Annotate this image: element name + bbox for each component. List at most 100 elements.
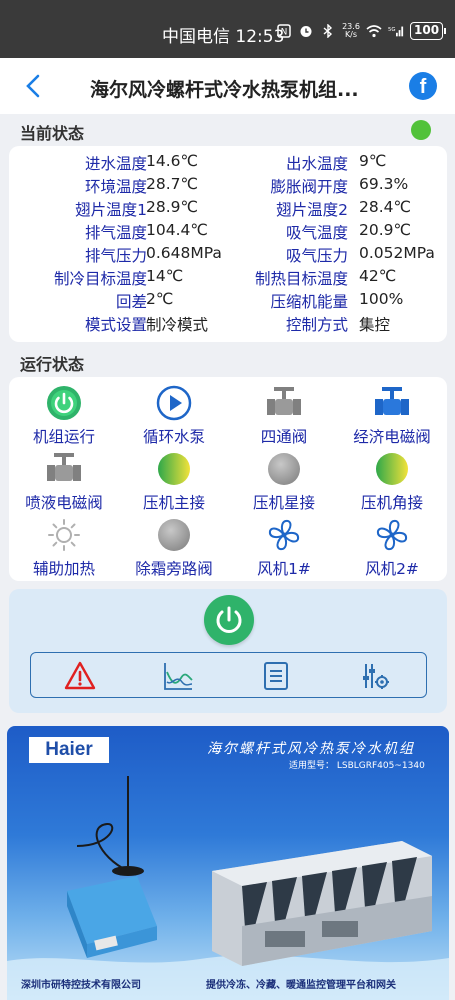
run-item-label: 循环水泵 — [142, 428, 205, 446]
param-value: 2℃ — [146, 290, 174, 308]
product-banner: Haier 海尔螺杆式风冷热泵冷水机组 适用型号： LSBLGRF405~134… — [7, 726, 449, 1000]
param-value: 69.3% — [359, 175, 409, 193]
run-item-circulating-pump: 循环水泵 — [119, 385, 229, 447]
status-row: 环境温度 28.7℃ 膨胀阀开度 69.3% — [9, 175, 447, 198]
param-label: 翅片温度1 — [75, 201, 147, 219]
param-label: 模式设置 — [84, 316, 147, 334]
function-toolbar — [30, 652, 427, 698]
param-value: 14℃ — [146, 267, 184, 285]
valve-icon — [372, 385, 412, 421]
facebook-icon[interactable]: f — [409, 72, 437, 100]
play-icon — [154, 385, 194, 421]
param-value: 0.648MPa — [146, 244, 222, 262]
svg-text:5G: 5G — [388, 27, 396, 33]
param-label: 吸气温度 — [285, 224, 348, 242]
run-item-aux-heating: 辅助加热 — [9, 517, 119, 579]
company-slogan: 提供冷冻、冷藏、暖通监控管理平台和网关 — [206, 980, 396, 991]
run-item-unit-running: 机组运行 — [9, 385, 119, 447]
param-value: 制冷模式 — [146, 316, 209, 334]
bluetooth-icon — [320, 23, 336, 39]
param-label: 出水温度 — [285, 155, 348, 173]
run-item-label: 压机星接 — [252, 494, 315, 512]
run-item-label: 压机角接 — [360, 494, 423, 512]
signal-icon: 5G — [388, 23, 404, 39]
status-row: 进水温度 14.6℃ 出水温度 9℃ — [9, 152, 447, 175]
run-item-compressor-delta: 压机角接 — [337, 451, 447, 513]
run-item-label: 经济电磁阀 — [353, 428, 431, 446]
status-bar: 中国电信 12:53 N 23.6 K/s 5G 100 — [0, 0, 455, 58]
param-value: 9℃ — [359, 152, 387, 170]
status-row: 模式设置 制冷模式 控制方式 集控 — [9, 313, 447, 336]
wifi-icon — [366, 23, 382, 39]
param-label: 控制方式 — [285, 316, 348, 334]
battery-indicator: 100 — [410, 22, 447, 40]
param-label: 排气压力 — [84, 247, 147, 265]
status-icons: N 23.6 K/s 5G 100 — [276, 22, 447, 40]
param-label: 制热目标温度 — [254, 270, 348, 288]
indicator-icon — [372, 451, 412, 487]
fan-icon — [264, 517, 304, 553]
param-value: 104.4℃ — [146, 221, 208, 239]
indicator-icon — [154, 517, 194, 553]
valve-icon — [264, 385, 304, 421]
param-label: 压缩机能量 — [270, 293, 348, 311]
trend-chart-button[interactable] — [162, 660, 194, 692]
run-status-title: 运行状态 — [20, 355, 85, 374]
status-row: 排气温度 104.4℃ 吸气温度 20.9℃ — [9, 221, 447, 244]
param-value: 集控 — [359, 316, 391, 334]
run-item-label: 机组运行 — [32, 428, 95, 446]
fan-icon — [372, 517, 412, 553]
chevron-left-icon — [26, 74, 40, 98]
records-button[interactable] — [260, 660, 292, 692]
param-value: 28.7℃ — [146, 175, 198, 193]
run-item-label: 辅助加热 — [32, 560, 95, 578]
power-icon — [44, 385, 84, 421]
param-value: 0.052MPa — [359, 244, 435, 262]
status-row: 翅片温度1 28.9℃ 翅片温度2 28.4℃ — [9, 198, 447, 221]
warning-icon — [64, 661, 96, 690]
param-label: 翅片温度2 — [276, 201, 348, 219]
status-time: 中国电信 12:53 — [162, 27, 285, 47]
param-value: 20.9℃ — [359, 221, 411, 239]
run-item-injection-valve: 喷液电磁阀 — [9, 451, 119, 513]
param-label: 回差 — [115, 293, 147, 311]
run-status-card: 机组运行 循环水泵 四通阀 经济电磁阀 喷液电磁阀 压机主接 压机星接 压机角接… — [9, 377, 447, 581]
indicator-icon — [154, 451, 194, 487]
current-status-card: 进水温度 14.6℃ 出水温度 9℃ 环境温度 28.7℃ 膨胀阀开度 69.3… — [9, 146, 447, 342]
run-item-label: 喷液电磁阀 — [25, 494, 103, 512]
valve-icon — [44, 451, 84, 487]
param-label: 吸气压力 — [285, 247, 348, 265]
control-panel — [9, 589, 447, 713]
param-value: 28.4℃ — [359, 198, 411, 216]
status-row: 排气压力 0.648MPa 吸气压力 0.052MPa — [9, 244, 447, 267]
param-label: 制冷目标温度 — [53, 270, 147, 288]
run-item-fan-1: 风机1# — [229, 517, 339, 579]
list-icon — [264, 662, 288, 690]
sun-icon — [44, 517, 84, 553]
net-speed: 23.6 K/s — [342, 22, 360, 39]
nfc-icon: N — [276, 23, 292, 39]
run-item-compressor-main: 压机主接 — [119, 451, 229, 513]
chart-icon — [164, 663, 193, 690]
param-label: 进水温度 — [84, 155, 147, 173]
run-item-label: 风机1# — [257, 560, 311, 578]
status-row: 制冷目标温度 14℃ 制热目标温度 42℃ — [9, 267, 447, 290]
svg-text:N: N — [281, 28, 288, 38]
status-row: 回差 2℃ 压缩机能量 100% — [9, 290, 447, 313]
param-value: 100% — [359, 290, 404, 308]
run-item-label: 风机2# — [365, 560, 419, 578]
param-label: 膨胀阀开度 — [270, 178, 348, 196]
power-icon — [216, 606, 242, 633]
power-button[interactable] — [204, 595, 254, 645]
settings-button[interactable] — [359, 660, 391, 692]
run-item-compressor-star: 压机星接 — [229, 451, 339, 513]
run-item-label: 四通阀 — [260, 428, 308, 446]
banner-illustration — [7, 776, 449, 1000]
current-status-title: 当前状态 — [20, 124, 85, 143]
back-button[interactable] — [22, 72, 46, 100]
param-value: 42℃ — [359, 267, 397, 285]
app-header: 海尔风冷螺杆式冷水热泵机组... f — [0, 58, 455, 114]
page-title: 海尔风冷螺杆式冷水热泵机组... — [90, 79, 359, 101]
alarm-button[interactable] — [64, 660, 96, 692]
param-label: 环境温度 — [84, 178, 147, 196]
